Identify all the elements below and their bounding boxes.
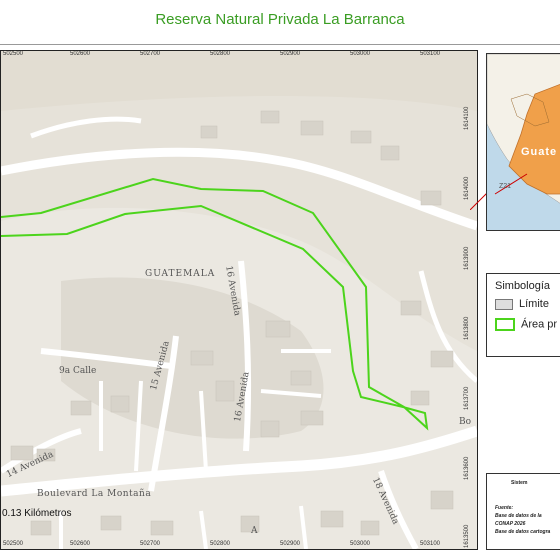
- legend-item-area: Área pr: [495, 318, 557, 331]
- legend-title: Simbología: [495, 280, 551, 292]
- coord-bottom-2: 502700: [140, 541, 161, 547]
- map-frame[interactable]: GUATEMALA 9a Calle 15 Avenida 16 Avenida…: [0, 50, 478, 550]
- info-source-line-2: Base de datos de la: [495, 513, 542, 519]
- coord-bottom-0: 502500: [3, 541, 24, 547]
- title-bar: Reserva Natural Privada La Barranca: [0, 0, 560, 45]
- coord-bottom-4: 502900: [280, 541, 301, 547]
- legend-label-area: Área pr: [521, 318, 558, 331]
- locator-map[interactable]: Guate Z21: [486, 53, 560, 231]
- info-box: Sistem Fuente: Base de datos de la CONAP…: [486, 473, 560, 550]
- coord-top-4: 502900: [280, 51, 301, 57]
- coord-top-3: 502800: [210, 51, 231, 57]
- coord-top-0: 502500: [3, 51, 24, 57]
- coord-right-3: 1613800: [464, 316, 470, 340]
- legend-swatch-limite: [495, 298, 513, 310]
- info-system-label: Sistem: [511, 480, 528, 486]
- place-label: GUATEMALA: [145, 269, 216, 279]
- info-sources: Fuente: Base de datos de la CONAP 2026 B…: [495, 504, 550, 536]
- coord-bottom-1: 502600: [70, 541, 91, 547]
- coord-right-0: 1614100: [464, 106, 470, 130]
- coord-bottom-3: 502800: [210, 541, 231, 547]
- info-source-line-4: Base de datos cartogra: [495, 529, 551, 535]
- coord-bottom-6: 503100: [420, 541, 441, 547]
- coord-top-6: 503100: [420, 51, 441, 57]
- legend-label-limite: Límite: [519, 298, 549, 310]
- locator-number-label: Z21: [499, 183, 512, 190]
- coord-top-5: 503000: [350, 51, 371, 57]
- coord-right-6: 1613500: [464, 524, 470, 548]
- legend-swatch-area: [495, 318, 515, 331]
- coord-right-4: 1613700: [464, 386, 470, 410]
- coord-top-1: 502600: [70, 51, 91, 57]
- map-title: Reserva Natural Privada La Barranca: [155, 11, 405, 28]
- info-source-line-1: Fuente:: [495, 505, 514, 511]
- info-source-line-3: CONAP 2026: [495, 521, 526, 527]
- street-label-boulevard: Boulevard La Montaña: [37, 489, 152, 499]
- street-label-a: A: [251, 526, 258, 536]
- scale-bar-label: 0.13 Kilómetros: [2, 508, 72, 519]
- coord-top-2: 502700: [140, 51, 161, 57]
- street-label-bo: Bo: [459, 417, 472, 427]
- legend: Simbología Límite Área pr: [486, 273, 560, 357]
- coord-bottom-5: 503000: [350, 541, 371, 547]
- street-label-9a-calle: 9a Calle: [59, 366, 97, 376]
- legend-item-limite: Límite: [495, 298, 549, 310]
- coord-right-5: 1613600: [464, 456, 470, 480]
- coord-right-2: 1613900: [464, 246, 470, 270]
- locator-graphic: [487, 54, 560, 204]
- locator-country-label: Guate: [521, 146, 558, 158]
